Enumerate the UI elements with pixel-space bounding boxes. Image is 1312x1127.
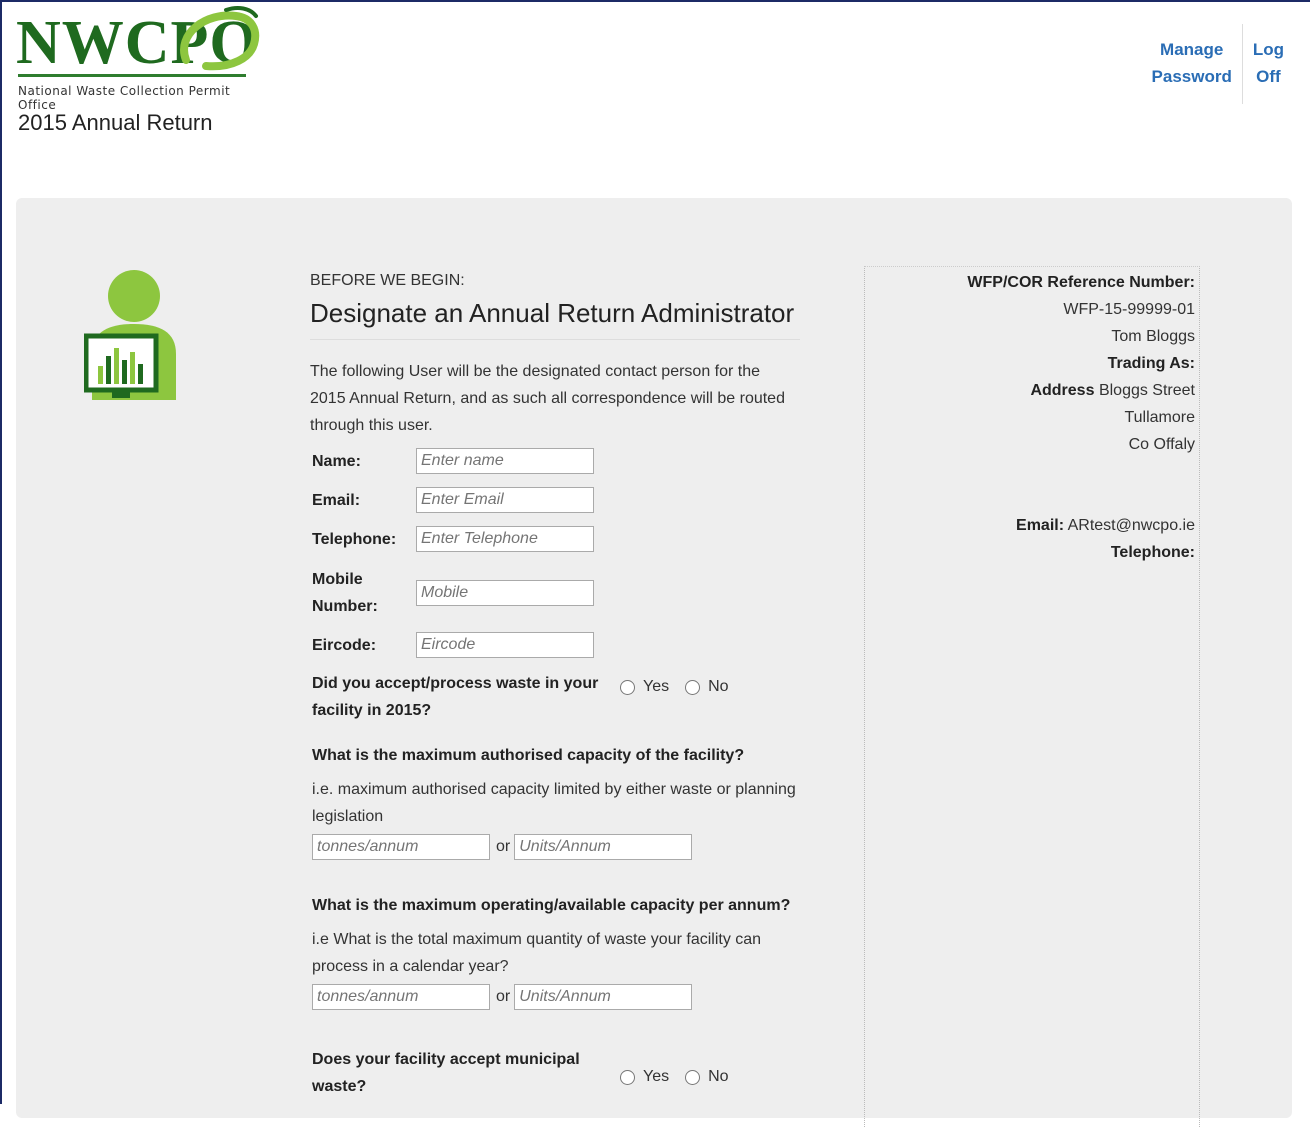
mobile-label-line2: Number: (312, 598, 378, 615)
municipal-no-radio[interactable] (685, 1069, 701, 1085)
manage-line1: Manage (1160, 40, 1224, 59)
email-row: Email: (312, 487, 594, 514)
ref-number-value: WFP-15-99999-01 (1063, 301, 1195, 318)
manage-line2: Password (1151, 67, 1232, 86)
accept-waste-question: Did you accept/process waste in your fac… (312, 670, 598, 724)
municipal-question-line1: Does your facility accept municipal (312, 1051, 580, 1068)
sidebar-email-value: ARtest@nwcpo.ie (1067, 517, 1195, 534)
telephone-label: Telephone: (312, 531, 397, 548)
accept-no-label: No (708, 678, 729, 695)
mobile-input[interactable] (416, 580, 594, 606)
email-input[interactable] (416, 487, 594, 513)
user-monitor-icon (84, 270, 176, 400)
municipal-yes-option[interactable]: Yes (620, 1068, 669, 1086)
municipal-no-label: No (708, 1068, 729, 1085)
operating-units-input[interactable] (514, 984, 693, 1010)
sidebar-email-label: Email: (1016, 517, 1065, 534)
address-line2: Tullamore (1124, 409, 1195, 426)
logo-rule (18, 74, 246, 77)
trading-as-label: Trading As: (1107, 355, 1195, 372)
authorised-capacity-hint: i.e. maximum authorised capacity limited… (312, 781, 796, 825)
holder-name: Tom Bloggs (1111, 328, 1195, 345)
form-heading: Designate an Annual Return Administrator (310, 298, 800, 340)
manage-password-link[interactable]: Manage Password (1142, 36, 1242, 104)
authorised-capacity-question: What is the maximum authorised capacity … (312, 747, 745, 764)
address-line3: Co Offaly (1128, 436, 1195, 453)
municipal-no-option[interactable]: No (685, 1068, 729, 1086)
name-row: Name: (312, 448, 594, 475)
accept-no-radio[interactable] (685, 679, 701, 695)
main-panel: BEFORE WE BEGIN: Designate an Annual Ret… (16, 198, 1292, 1127)
authorised-tonnes-input[interactable] (312, 834, 490, 860)
operating-capacity-hint: i.e What is the total maximum quantity o… (312, 931, 762, 975)
operating-or-label: or (496, 988, 511, 1005)
telephone-row: Telephone: (312, 526, 594, 553)
logo-swoosh-icon (180, 6, 260, 71)
ref-number-label: WFP/COR Reference Number: (967, 274, 1195, 291)
eircode-label: Eircode: (312, 637, 377, 654)
authorised-capacity-row: or (312, 834, 693, 860)
email-label: Email: (312, 492, 361, 509)
permit-details-panel: WFP/COR Reference Number: WFP-15-99999-0… (864, 266, 1200, 1127)
accept-no-option[interactable]: No (685, 678, 729, 696)
accept-question-line2: facility in 2015? (312, 702, 432, 719)
name-label: Name: (312, 453, 361, 470)
page-title: 2015 Annual Return (18, 110, 213, 135)
mobile-row: Mobile Number: (312, 566, 594, 620)
telephone-line: Telephone: (1111, 539, 1195, 566)
accept-waste-radios: Yes No (620, 678, 745, 696)
logo-subtitle: National Waste Collection Permit Office (18, 84, 231, 112)
accept-yes-radio[interactable] (620, 679, 635, 695)
form-intro: The following User will be the designate… (310, 363, 785, 434)
logoff-line1: Log (1252, 40, 1284, 59)
nwcpo-logo[interactable]: NWCPO National Waste Collection Permit O… (16, 4, 262, 112)
operating-capacity-row: or (312, 984, 693, 1010)
mobile-label: Mobile Number: (312, 566, 416, 620)
municipal-yes-label: Yes (643, 1068, 670, 1085)
eircode-row: Eircode: (312, 632, 594, 659)
name-input[interactable] (416, 448, 594, 474)
administrator-form: BEFORE WE BEGIN: Designate an Annual Ret… (310, 272, 810, 1095)
logoff-line2: Off (1256, 67, 1281, 86)
municipal-waste-question: Does your facility accept municipal wast… (312, 1046, 580, 1100)
authorised-or-label: or (496, 838, 511, 855)
accept-yes-option[interactable]: Yes (620, 678, 669, 696)
accept-yes-label: Yes (643, 678, 670, 695)
mobile-label-line1: Mobile (312, 571, 363, 588)
municipal-yes-radio[interactable] (620, 1069, 635, 1085)
address-label: Address (1030, 382, 1095, 399)
municipal-question-line2: waste? (312, 1078, 367, 1095)
eircode-input[interactable] (416, 632, 594, 658)
authorised-units-input[interactable] (514, 834, 693, 860)
telephone-input[interactable] (416, 526, 594, 552)
sidebar-telephone-label: Telephone: (1110, 544, 1195, 561)
operating-capacity-question: What is the maximum operating/available … (312, 897, 791, 914)
address-line1: Address Bloggs Street (1030, 377, 1195, 404)
municipal-waste-radios: Yes No (620, 1068, 745, 1086)
address-street: Bloggs Street (1098, 382, 1195, 399)
log-off-link[interactable]: Log Off (1243, 36, 1294, 104)
email-line: Email: ARtest@nwcpo.ie (1016, 512, 1195, 539)
top-nav: Manage Password Log Off (1142, 24, 1294, 104)
operating-tonnes-input[interactable] (312, 984, 490, 1010)
form-kicker: BEFORE WE BEGIN: (310, 272, 465, 289)
accept-question-line1: Did you accept/process waste in your (312, 675, 599, 692)
